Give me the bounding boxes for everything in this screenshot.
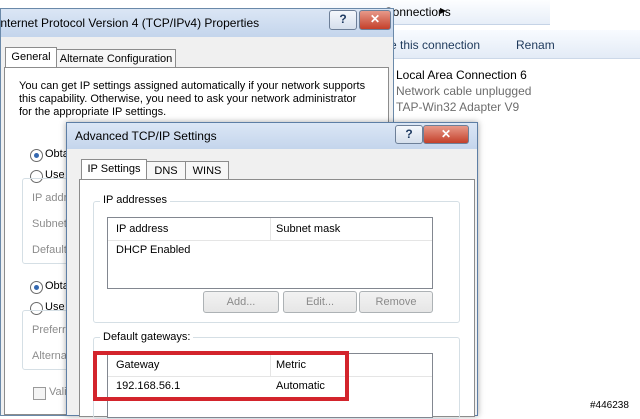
column-separator[interactable]: [270, 218, 271, 240]
advanced-tcpip-dialog: Advanced TCP/IP Settings ? ✕ IP Settings…: [66, 122, 478, 419]
tab-ip-settings[interactable]: IP Settings: [81, 159, 147, 180]
advanced-dialog-title: Advanced TCP/IP Settings: [75, 129, 217, 143]
close-button[interactable]: ✕: [359, 10, 391, 30]
default-gateway-label: Default: [32, 244, 67, 256]
ipv4-dialog-title: Internet Protocol Version 4 (TCP/IPv4) P…: [0, 16, 260, 30]
column-header-ip-address[interactable]: IP address: [116, 223, 168, 235]
obtain-ip-radio[interactable]: [30, 149, 43, 162]
ip-address-list[interactable]: IP address Subnet mask DHCP Enabled: [107, 217, 433, 289]
watermark: #446238: [590, 400, 629, 411]
advanced-title-bar[interactable]: Advanced TCP/IP Settings ? ✕: [67, 123, 477, 149]
table-row[interactable]: DHCP Enabled: [108, 242, 432, 260]
tab-wins[interactable]: WINS: [185, 161, 229, 180]
highlight-box: [93, 351, 349, 401]
edit-ip-button[interactable]: Edit...: [283, 291, 357, 313]
connection-item-local-area-connection-6[interactable]: Local Area Connection 6 Network cable un…: [390, 66, 630, 116]
remove-ip-button[interactable]: Remove: [359, 291, 433, 313]
subnet-mask-label: Subnet: [32, 218, 67, 230]
add-ip-button[interactable]: Add...: [203, 291, 279, 313]
description-line: for the appropriate IP settings.: [19, 106, 167, 118]
validate-checkbox[interactable]: [33, 387, 46, 400]
connection-status: Network cable unplugged: [396, 84, 532, 98]
ipv4-title-bar[interactable]: Internet Protocol Version 4 (TCP/IPv4) P…: [0, 9, 393, 37]
obtain-dns-radio[interactable]: [30, 281, 43, 294]
tab-alternate-configuration[interactable]: Alternate Configuration: [56, 49, 176, 68]
column-header-subnet-mask[interactable]: Subnet mask: [276, 223, 340, 235]
breadcrumb-chevron-icon[interactable]: ▶: [440, 6, 446, 15]
help-button[interactable]: ?: [395, 125, 423, 144]
description-line: You can get IP settings assigned automat…: [19, 80, 366, 92]
ip-addresses-group-label: IP addresses: [100, 194, 171, 206]
alternate-dns-label: Alterna: [32, 350, 67, 362]
rename-connection-command[interactable]: e this connection: [390, 38, 480, 52]
default-gateways-group-label: Default gateways:: [100, 331, 194, 343]
connection-name: Local Area Connection 6: [396, 68, 527, 82]
rename-command[interactable]: Renam: [516, 38, 555, 52]
ip-address-cell: DHCP Enabled: [116, 244, 191, 256]
description-line: this capability. Otherwise, you need to …: [19, 93, 357, 105]
ip-list-header: IP address Subnet mask: [108, 218, 432, 241]
connection-adapter: TAP-Win32 Adapter V9: [396, 100, 520, 114]
help-button[interactable]: ?: [329, 10, 357, 30]
tab-general[interactable]: General: [5, 47, 57, 68]
tab-dns[interactable]: DNS: [146, 161, 186, 180]
close-button[interactable]: ✕: [423, 125, 469, 144]
